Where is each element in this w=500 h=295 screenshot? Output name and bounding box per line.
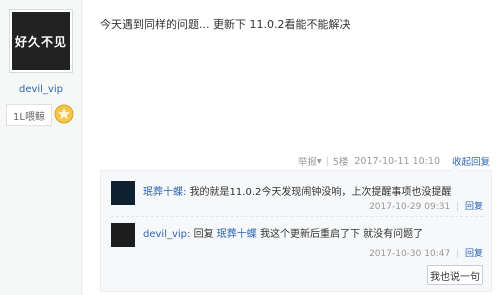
say-something-button[interactable]: 我也说一句 — [427, 265, 483, 285]
reply-username[interactable]: 珉葬十蝶: — [143, 187, 186, 198]
reply-item: 珉葬十蝶: 我的就是11.0.2今天发现闹钟没响，上次提醒事项也没提醒 2017… — [111, 181, 483, 217]
reply-item: devil_vip: 回复 珉葬十蝶 我这个更新后重启了下 就没有问题了 201… — [111, 223, 483, 263]
post-time: 2017-10-11 10:10 — [354, 155, 440, 167]
report-link[interactable]: 举报 — [298, 154, 317, 168]
author-sidebar: 好久不见 devil_vip 1L喂鲸 — [0, 0, 82, 295]
reply-target[interactable]: 珉葬十蝶 — [217, 229, 257, 240]
reply-word: 回复 — [193, 229, 214, 240]
avatar-text: 好久不见 — [14, 34, 67, 49]
reply-avatar[interactable] — [111, 181, 135, 205]
reply-box-arrow — [449, 165, 461, 171]
meta-divider: | — [456, 202, 460, 212]
reply-username[interactable]: devil_vip: — [143, 229, 190, 240]
reply-action[interactable]: 回复 — [465, 249, 483, 259]
author-avatar[interactable]: 好久不见 — [10, 10, 72, 72]
meta-divider: | — [325, 155, 329, 167]
floor-badge: 1L喂鲸 — [6, 104, 52, 126]
reply-avatar[interactable] — [111, 223, 135, 247]
reply-body: devil_vip: 回复 珉葬十蝶 我这个更新后重启了下 就没有问题了 — [143, 225, 423, 240]
reply-meta: 2017-10-30 10:47 | 回复 — [369, 246, 483, 259]
reply-box: 珉葬十蝶: 我的就是11.0.2今天发现闹钟没响，上次提醒事项也没提醒 2017… — [100, 165, 492, 292]
post-content: 今天遇到同样的问题... 更新下 11.0.2看能不能解决 — [100, 18, 351, 31]
reply-time: 2017-10-30 10:47 — [369, 249, 451, 259]
reply-action[interactable]: 回复 — [465, 202, 483, 212]
floor-number: 5楼 — [332, 157, 349, 168]
star-medal-icon — [54, 104, 74, 124]
author-username[interactable]: devil_vip — [0, 84, 82, 95]
reply-time: 2017-10-29 09:31 — [369, 202, 451, 212]
reply-text: 我的就是11.0.2今天发现闹钟没响，上次提醒事项也没提醒 — [189, 187, 452, 198]
reply-meta: 2017-10-29 09:31 | 回复 — [369, 199, 483, 212]
report-dropdown-icon[interactable]: ▾ — [317, 156, 322, 167]
reply-body: 珉葬十蝶: 我的就是11.0.2今天发现闹钟没响，上次提醒事项也没提醒 — [143, 183, 451, 198]
reply-text: 我这个更新后重启了下 就没有问题了 — [259, 229, 424, 240]
meta-divider: | — [456, 249, 460, 259]
post-meta: 举报 ▾ | 5楼 2017-10-11 10:10 收起回复 — [298, 154, 490, 169]
